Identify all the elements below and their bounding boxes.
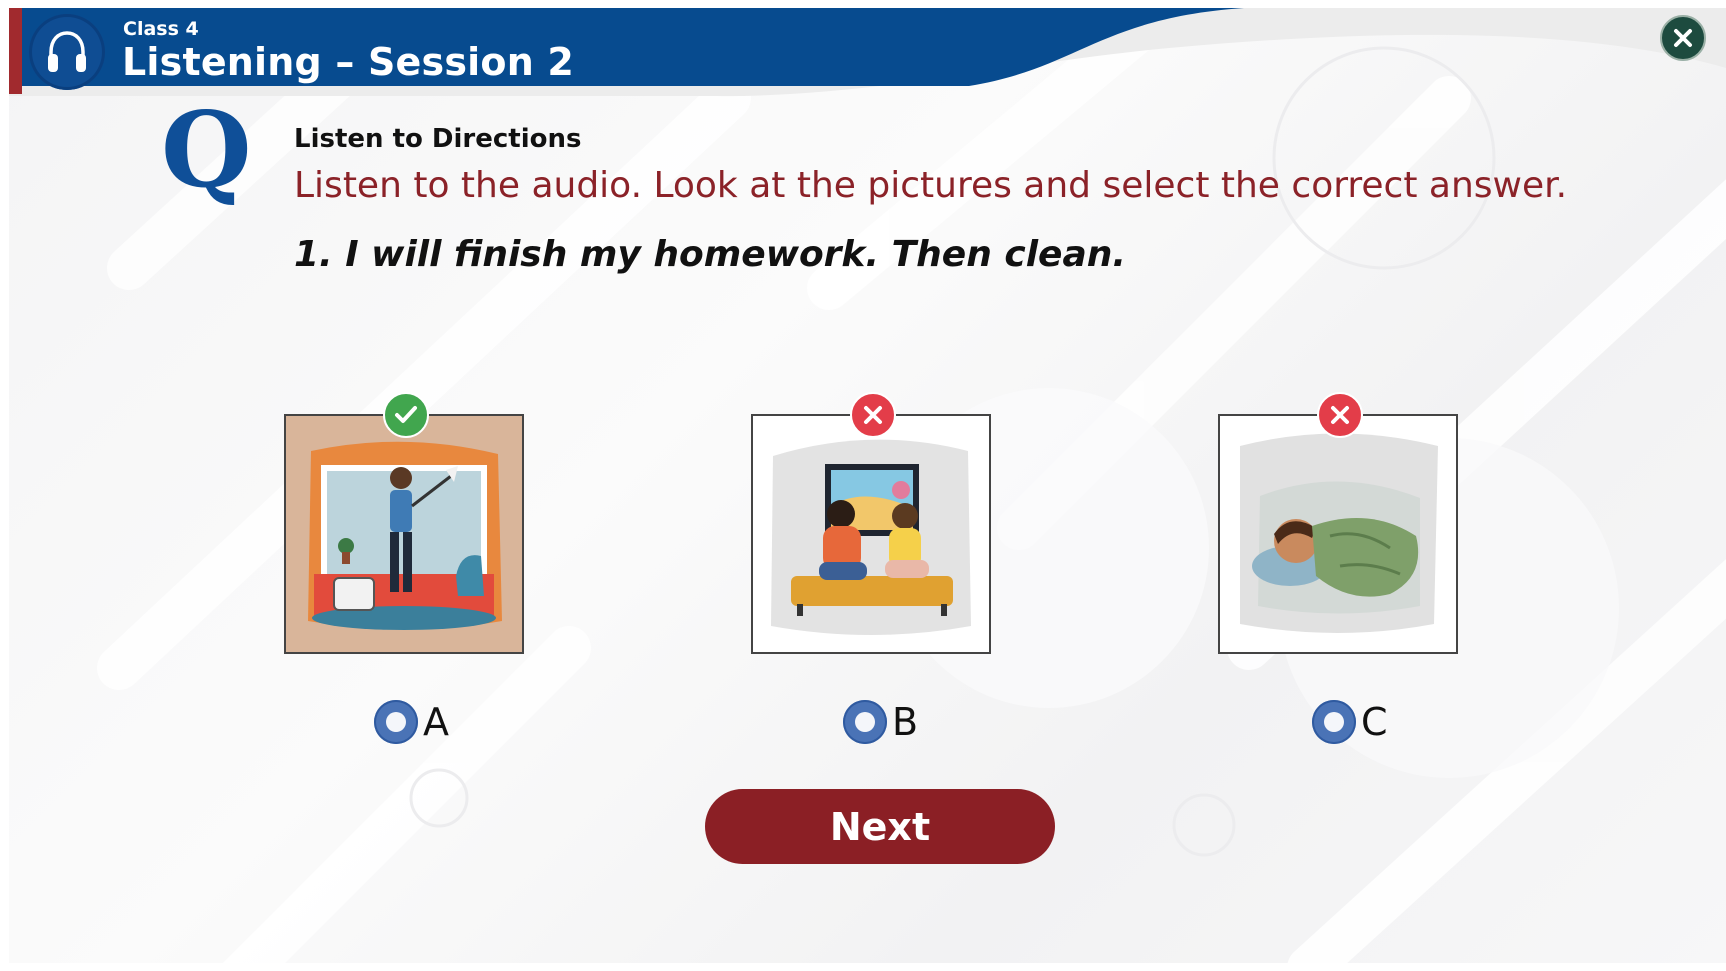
option-c-picture[interactable] bbox=[1218, 392, 1458, 654]
close-icon bbox=[1331, 406, 1349, 424]
radio-button[interactable] bbox=[1312, 700, 1356, 744]
option-a-radio[interactable]: A bbox=[374, 698, 484, 746]
headphones-icon bbox=[29, 14, 105, 90]
child-sleeping-image bbox=[1220, 416, 1456, 652]
correct-badge bbox=[383, 392, 429, 438]
radio-button[interactable] bbox=[374, 700, 418, 744]
option-c-radio[interactable]: C bbox=[1312, 698, 1422, 746]
class-label: Class 4 bbox=[123, 18, 199, 40]
next-button[interactable]: Next bbox=[705, 789, 1055, 864]
slide-background: Class 4 Listening – Session 2 Q Listen t… bbox=[9, 8, 1726, 971]
radio-button[interactable] bbox=[843, 700, 887, 744]
option-a-picture[interactable] bbox=[284, 392, 524, 654]
question-prompt: 1. I will finish my homework. Then clean… bbox=[294, 234, 1127, 275]
question-q-icon: Q bbox=[161, 88, 252, 211]
incorrect-badge bbox=[1317, 392, 1363, 438]
option-b-radio[interactable]: B bbox=[843, 698, 953, 746]
close-icon bbox=[864, 406, 882, 424]
option-c-label: C bbox=[1361, 700, 1388, 744]
option-b-picture[interactable] bbox=[751, 392, 991, 654]
close-icon bbox=[1674, 29, 1692, 47]
session-title: Listening – Session 2 bbox=[122, 40, 575, 84]
incorrect-badge bbox=[850, 392, 896, 438]
bottom-edge bbox=[9, 963, 1726, 971]
directions-label: Listen to Directions bbox=[294, 124, 582, 154]
instruction-text: Listen to the audio. Look at the picture… bbox=[294, 165, 1568, 206]
kids-watching-tv-image bbox=[753, 416, 989, 652]
check-icon bbox=[395, 406, 417, 423]
close-button[interactable] bbox=[1660, 15, 1706, 61]
person-cleaning-room-image bbox=[286, 416, 522, 652]
option-a-label: A bbox=[423, 700, 449, 744]
header-accent-strip bbox=[9, 8, 22, 94]
option-b-label: B bbox=[892, 700, 919, 744]
